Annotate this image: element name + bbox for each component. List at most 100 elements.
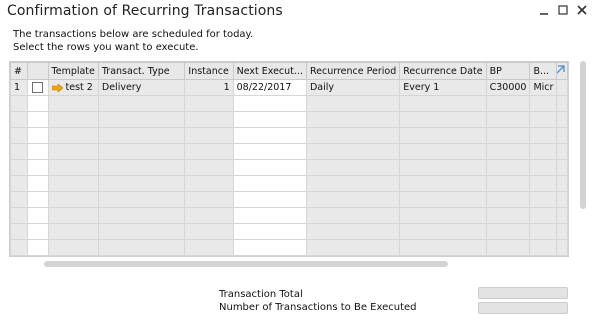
- empty-cell: [529, 143, 558, 160]
- window-controls: [538, 3, 588, 17]
- template-cell[interactable]: test 2: [47, 79, 99, 96]
- empty-cell: [232, 175, 307, 192]
- minimize-button[interactable]: [538, 3, 550, 17]
- empty-cell: [10, 127, 28, 144]
- transactions-table: # Template Transact. Type Instance Next …: [10, 62, 568, 256]
- empty-row: [10, 223, 568, 240]
- empty-cell: [305, 159, 401, 176]
- empty-cell: [97, 223, 186, 240]
- col-header-recurrence-date[interactable]: Recurrence Date: [399, 62, 487, 80]
- empty-cell: [305, 239, 401, 256]
- col-header-bp[interactable]: BP: [485, 62, 531, 80]
- empty-cell: [232, 159, 307, 176]
- empty-cell: [232, 143, 307, 160]
- empty-cell: [485, 175, 531, 192]
- empty-cell: [556, 127, 568, 144]
- empty-cell: [10, 159, 28, 176]
- horizontal-scrollbar[interactable]: [44, 261, 448, 267]
- table-row[interactable]: 1 test 2 Delivery 1 08/22/2017 Daily Eve…: [10, 79, 568, 96]
- recurrence-date-cell: Every 1: [399, 79, 487, 96]
- empty-cell: [47, 143, 99, 160]
- empty-cell: [184, 239, 234, 256]
- empty-cell: [10, 191, 28, 208]
- empty-cell: [184, 207, 234, 224]
- minimize-icon: [540, 13, 548, 15]
- empty-cell: [529, 207, 558, 224]
- empty-cell: [26, 127, 49, 144]
- empty-cell: [232, 111, 307, 128]
- empty-cell: [529, 191, 558, 208]
- link-arrow-icon[interactable]: [51, 83, 63, 92]
- next-execution-cell[interactable]: 08/22/2017: [232, 79, 307, 96]
- empty-cell: [26, 111, 49, 128]
- empty-row: [10, 111, 568, 128]
- filler-cell: [556, 79, 568, 96]
- col-header-instance[interactable]: Instance: [184, 62, 234, 80]
- empty-cell: [26, 175, 49, 192]
- empty-cell: [305, 223, 401, 240]
- empty-cell: [305, 175, 401, 192]
- empty-row: [10, 191, 568, 208]
- empty-cell: [485, 127, 531, 144]
- col-header-expand[interactable]: [556, 62, 568, 80]
- empty-cell: [305, 207, 401, 224]
- col-header-bp-name[interactable]: B...: [529, 62, 558, 80]
- empty-cell: [485, 239, 531, 256]
- empty-cell: [10, 111, 28, 128]
- empty-cell: [529, 223, 558, 240]
- empty-cell: [97, 239, 186, 256]
- empty-cell: [399, 143, 487, 160]
- empty-cell: [399, 127, 487, 144]
- col-header-next-execution[interactable]: Next Execut...: [232, 62, 307, 80]
- empty-row: [10, 143, 568, 160]
- vertical-scrollbar[interactable]: [580, 61, 586, 209]
- empty-cell: [399, 159, 487, 176]
- col-header-template[interactable]: Template: [47, 62, 99, 80]
- row-select-cell[interactable]: [26, 79, 49, 96]
- col-header-select[interactable]: [26, 62, 49, 80]
- empty-cell: [97, 95, 186, 112]
- empty-cell: [529, 127, 558, 144]
- empty-cell: [232, 207, 307, 224]
- intro-line-1: The transactions below are scheduled for…: [13, 29, 254, 40]
- empty-cell: [485, 207, 531, 224]
- empty-cell: [10, 207, 28, 224]
- empty-cell: [305, 127, 401, 144]
- row-number: 1: [10, 79, 28, 96]
- empty-cell: [556, 239, 568, 256]
- empty-cell: [232, 191, 307, 208]
- empty-cell: [232, 239, 307, 256]
- empty-cell: [232, 223, 307, 240]
- empty-cell: [184, 191, 234, 208]
- empty-cell: [26, 239, 49, 256]
- transactions-count-field: [478, 302, 568, 314]
- col-header-recurrence-period[interactable]: Recurrence Period: [305, 62, 401, 80]
- empty-cell: [399, 239, 487, 256]
- maximize-button[interactable]: [557, 3, 569, 17]
- empty-cell: [556, 175, 568, 192]
- empty-cell: [26, 143, 49, 160]
- empty-cell: [47, 95, 99, 112]
- empty-cell: [97, 175, 186, 192]
- empty-cell: [47, 159, 99, 176]
- expand-icon[interactable]: [557, 65, 565, 75]
- col-header-number[interactable]: #: [10, 62, 28, 80]
- empty-cell: [47, 175, 99, 192]
- row-checkbox[interactable]: [32, 82, 44, 93]
- totals-labels: Transaction Total Number of Transactions…: [219, 288, 417, 314]
- col-header-transact-type[interactable]: Transact. Type: [97, 62, 186, 80]
- empty-cell: [556, 223, 568, 240]
- empty-cell: [485, 159, 531, 176]
- empty-cell: [26, 159, 49, 176]
- empty-cell: [399, 207, 487, 224]
- empty-row: [10, 207, 568, 224]
- close-button[interactable]: [576, 3, 588, 17]
- title-bar: Confirmation of Recurring Transactions: [0, 0, 594, 24]
- empty-cell: [529, 239, 558, 256]
- empty-cell: [10, 239, 28, 256]
- bp-cell: C30000: [485, 79, 531, 96]
- empty-cell: [10, 143, 28, 160]
- empty-cell: [399, 95, 487, 112]
- empty-cell: [529, 159, 558, 176]
- empty-cell: [10, 175, 28, 192]
